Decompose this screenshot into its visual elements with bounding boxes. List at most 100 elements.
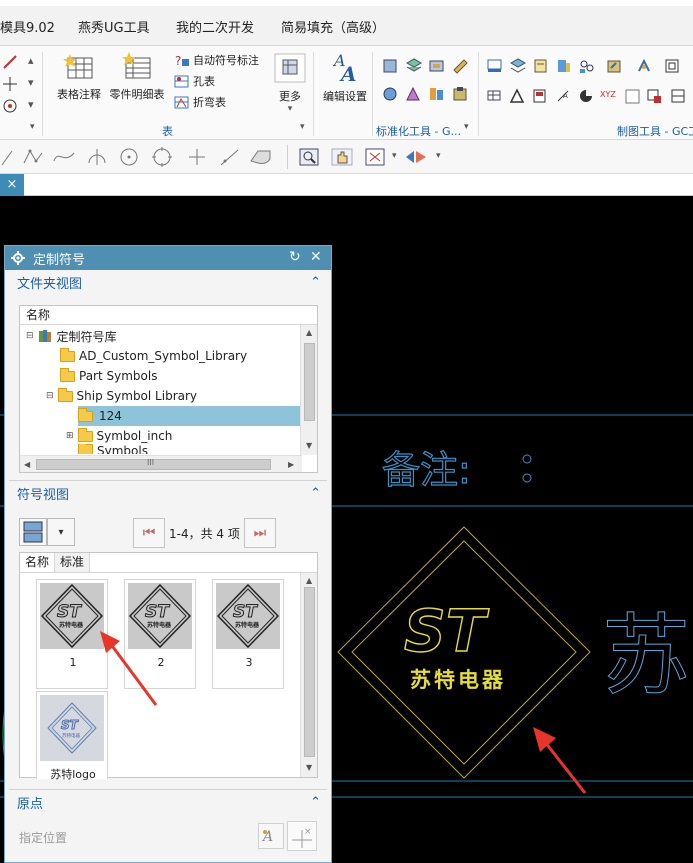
origin-header[interactable]: 原点 ⌃	[5, 790, 331, 814]
bend-table-button[interactable]: 折弯表	[174, 94, 226, 110]
draft-tool-16-icon[interactable]	[646, 88, 664, 104]
tree-item-selected[interactable]: 124	[78, 406, 300, 426]
xyz-button[interactable]: XYZ	[600, 90, 616, 99]
close-icon[interactable]: ✕	[310, 249, 322, 265]
target-tool-icon[interactable]	[2, 98, 20, 114]
cross-tool-icon[interactable]	[2, 76, 20, 92]
angle-icon[interactable]	[0, 147, 16, 167]
scroll-down-icon[interactable]: ▼	[306, 441, 312, 450]
scroll-down-icon[interactable]: ▼	[306, 763, 312, 772]
draft-tool-17-icon[interactable]	[670, 88, 688, 104]
draft-tool-4-icon[interactable]	[555, 58, 573, 74]
tree-item[interactable]: ⊟ Ship Symbol Library	[46, 386, 326, 406]
filter-dropdown-icon[interactable]: ▾	[436, 151, 441, 161]
scroll-up-icon[interactable]: ▴	[28, 54, 34, 67]
menu-item-yanxiu[interactable]: 燕秀UG工具	[78, 17, 150, 36]
more-button[interactable]: 更多 ▾	[270, 52, 310, 114]
draft-tool-5-icon[interactable]	[578, 58, 596, 74]
std-tool-4-icon[interactable]	[452, 58, 470, 74]
std-tool-3-icon[interactable]	[428, 58, 446, 74]
draft-tool-12-icon[interactable]: A	[555, 88, 573, 104]
std-tool-6-icon[interactable]	[405, 86, 423, 102]
scroll-left-icon[interactable]: ◀	[24, 460, 30, 469]
drafting-group-label[interactable]: 制图工具 - GC工	[617, 123, 693, 139]
tree-item[interactable]: AD_Custom_Symbol_Library	[60, 346, 340, 366]
draft-tool-1-icon[interactable]	[486, 58, 504, 74]
face-icon[interactable]	[248, 147, 274, 167]
last-page-button[interactable]: ⏭	[243, 518, 276, 548]
snap-dropdown-icon[interactable]: ▾	[392, 151, 397, 161]
edit-settings-button[interactable]: A A 编辑设置	[320, 50, 370, 104]
tab-standard[interactable]: 标准	[55, 553, 91, 572]
scroll-up-icon[interactable]: ▲	[306, 576, 312, 585]
expand-icon[interactable]: ⊞	[66, 431, 74, 441]
scroll-right-icon[interactable]: ▶	[288, 460, 294, 469]
draft-tool-7-icon[interactable]	[636, 58, 654, 74]
gallery-scrollbar[interactable]: ▲ ▼	[300, 573, 317, 777]
parts-list-button[interactable]: 零件明细表	[107, 52, 167, 102]
arc-icon[interactable]	[86, 147, 108, 167]
point-icon[interactable]	[186, 147, 208, 167]
polyline-icon[interactable]	[22, 147, 44, 167]
selection-filter-icon[interactable]	[404, 147, 430, 167]
std-tool-2-icon[interactable]	[405, 58, 423, 74]
symbol-thumbnail[interactable]: ST 苏特电器 3	[212, 579, 284, 689]
draft-tool-9-icon[interactable]	[486, 88, 504, 104]
menu-item-secondary-dev[interactable]: 我的二次开发	[176, 17, 254, 36]
symbol-view-header[interactable]: 符号视图 ⌃	[5, 481, 331, 505]
folder-view-header[interactable]: 文件夹视图 ⌃	[5, 270, 331, 294]
draft-tool-3-icon[interactable]	[532, 58, 550, 74]
view-mode-button[interactable]	[19, 518, 47, 546]
hole-table-button[interactable]: 孔表	[174, 73, 215, 89]
spline-icon[interactable]	[52, 147, 76, 167]
draft-tool-2-icon[interactable]	[509, 58, 527, 74]
dialog-title-bar[interactable]: 定制符号 ↻ ✕	[5, 246, 331, 270]
line-point-icon[interactable]	[218, 147, 242, 167]
auto-symbol-button[interactable]: ? 自动符号标注	[174, 52, 259, 68]
draft-tool-6-icon[interactable]	[606, 58, 624, 74]
snap-icon[interactable]	[364, 147, 386, 167]
std-tool-8-icon[interactable]	[452, 86, 470, 102]
point-snap-button[interactable]: ×	[287, 821, 317, 851]
menu-item-easy-fill[interactable]: 简易填充（高级）	[281, 17, 385, 36]
std-tool-5-icon[interactable]	[382, 86, 400, 102]
tree-root[interactable]: ⊟ 定制符号库	[26, 326, 306, 346]
circle-center-icon[interactable]	[118, 147, 140, 167]
std-group-label[interactable]: 标准化工具 - G...	[376, 123, 461, 139]
draft-tool-15-icon[interactable]	[624, 88, 642, 104]
collapse-chevron-icon[interactable]: ⌃	[310, 275, 321, 290]
reset-icon[interactable]: ↻	[289, 249, 301, 265]
tree-horizontal-scrollbar[interactable]: ◀ III ▶	[20, 455, 302, 472]
tab-name[interactable]: 名称	[20, 553, 56, 572]
dropdown-icon[interactable]: ▾	[28, 76, 34, 89]
triangle-icon[interactable]	[509, 88, 527, 104]
group-menu-icon[interactable]: ▾	[30, 122, 35, 132]
std-group-menu-icon[interactable]: ▾	[464, 122, 469, 132]
scroll-up-icon[interactable]: ▲	[306, 328, 312, 337]
close-tab-button[interactable]: ×	[0, 174, 24, 196]
collapse-chevron-icon[interactable]: ⌃	[310, 486, 321, 501]
table-group-menu-icon[interactable]: ▾	[300, 122, 305, 132]
collapse-icon[interactable]: ⊟	[26, 331, 34, 341]
gallery-scroll-thumb[interactable]	[304, 587, 315, 757]
expand-icon[interactable]: ▾	[28, 98, 34, 111]
std-tool-7-icon[interactable]	[428, 86, 446, 102]
tree-vertical-scrollbar[interactable]: ▲ ▼	[300, 325, 317, 455]
circle-quadrant-icon[interactable]	[150, 147, 174, 167]
std-tool-1-icon[interactable]	[382, 58, 400, 74]
draft-tool-13-icon[interactable]	[578, 88, 596, 104]
zoom-fit-icon[interactable]	[298, 147, 320, 167]
draft-tool-8-icon[interactable]	[664, 58, 682, 74]
specify-point-button[interactable]: A	[258, 823, 284, 849]
collapse-icon[interactable]: ⊟	[46, 391, 54, 401]
menu-item-mold[interactable]: 模具9.02	[0, 17, 55, 36]
collapse-chevron-icon[interactable]: ⌃	[310, 795, 321, 810]
tree-header[interactable]: 名称	[20, 306, 317, 325]
tree-scroll-thumb[interactable]	[304, 343, 315, 421]
table-note-button[interactable]: 表格注释	[54, 52, 104, 102]
draft-tool-11-icon[interactable]	[532, 88, 550, 104]
hand-select-icon[interactable]	[330, 147, 354, 167]
line-tool-icon[interactable]	[2, 54, 20, 70]
tree-hscroll-thumb[interactable]: III	[36, 458, 271, 470]
tree-item[interactable]: Part Symbols	[60, 366, 340, 386]
